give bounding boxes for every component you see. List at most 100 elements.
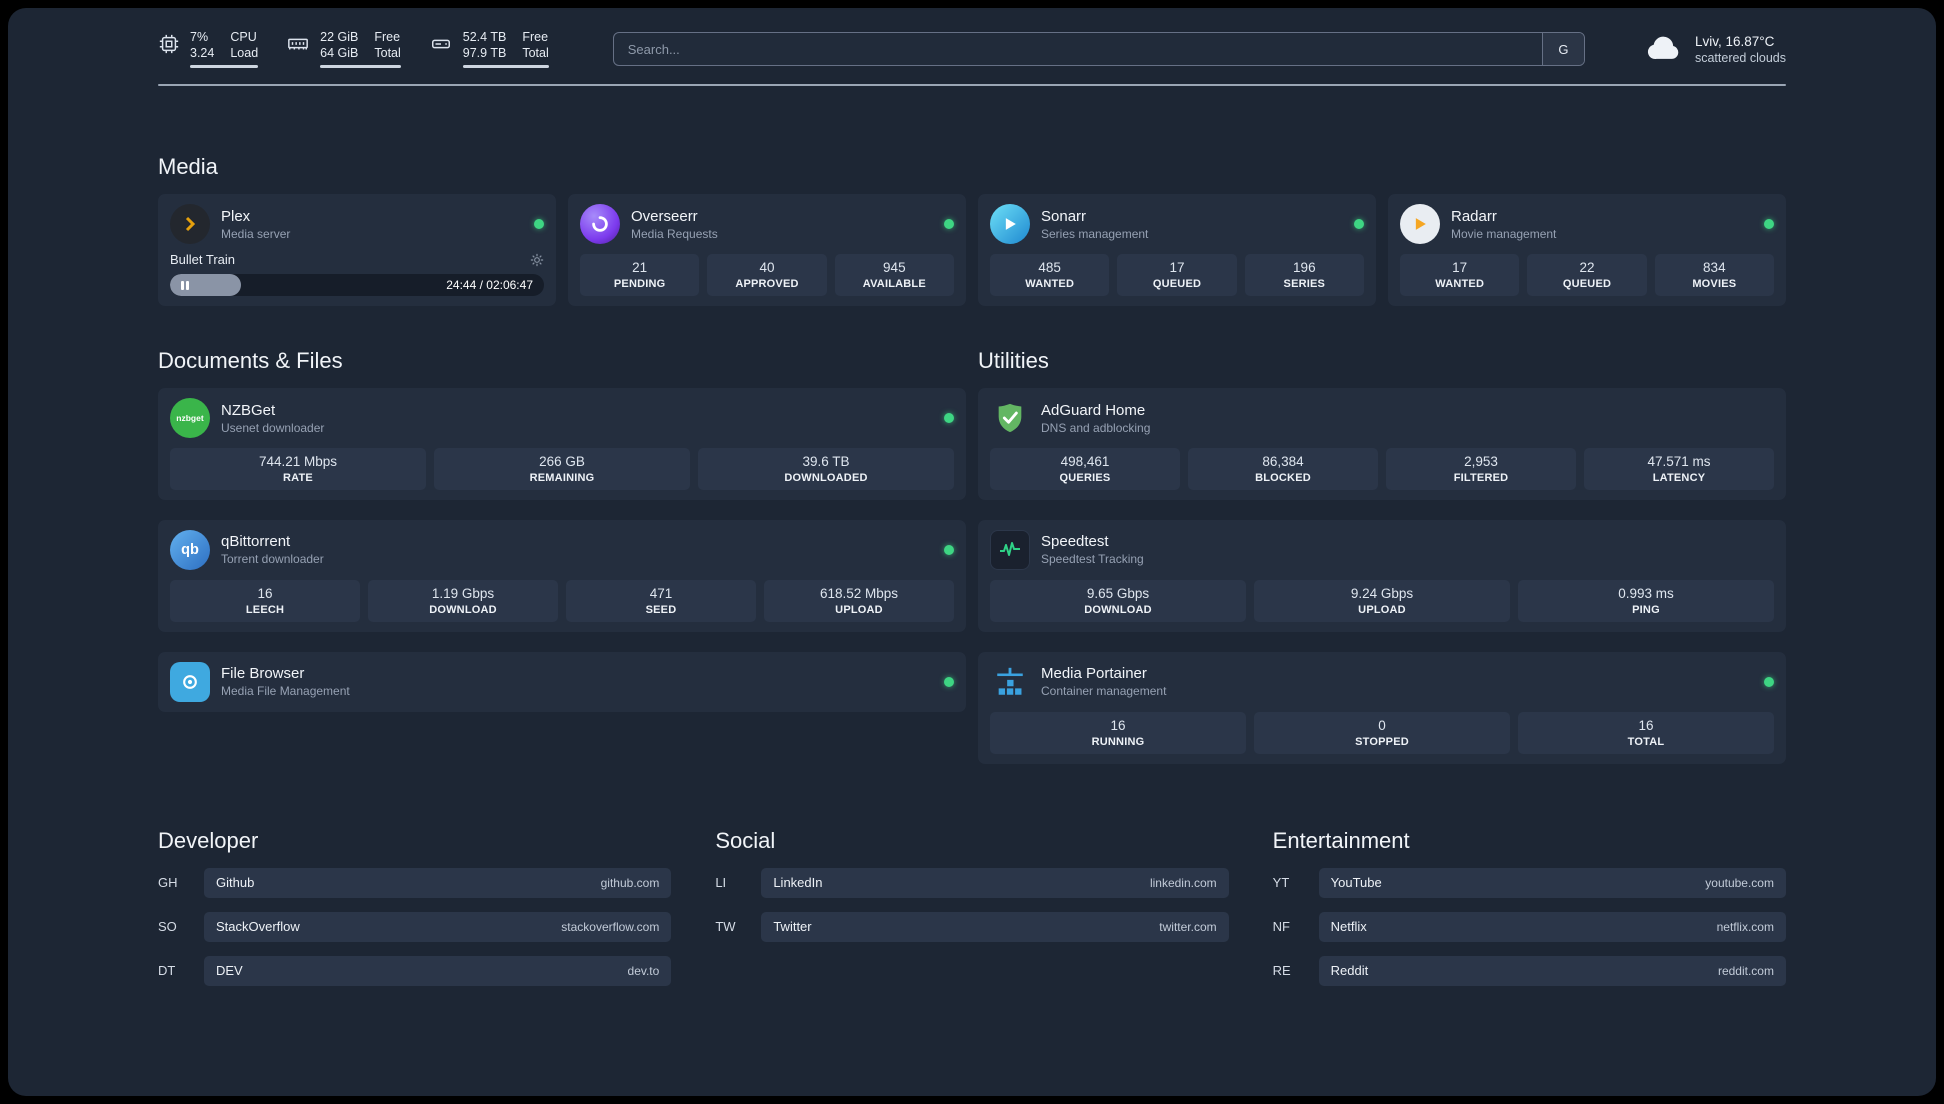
app-subtitle: Torrent downloader (221, 552, 324, 567)
utilities-section: Utilities AdGuard Home DNS and adblockin… (978, 348, 1786, 764)
stat-label: WANTED (1435, 277, 1485, 290)
bookmark-url: reddit.com (1717, 963, 1774, 978)
stat-value: 17 (1452, 260, 1468, 275)
stat-label: APPROVED (735, 277, 799, 290)
stat-label: PENDING (613, 277, 666, 290)
stat-box: 16 LEECH (170, 579, 360, 622)
overseerr-icon (580, 204, 620, 244)
stat-value: 744.21 Mbps (258, 454, 338, 469)
bookmark-link-reddit[interactable]: Reddit reddit.com (1318, 955, 1786, 986)
bookmark-abbr: TW (715, 919, 736, 935)
bookmark-link-dev[interactable]: DEV dev.to (204, 955, 672, 986)
stat-box: 485 WANTED (990, 254, 1110, 296)
bookmark-link-github[interactable]: Github github.com (204, 867, 672, 898)
disk-progress-bar (462, 65, 549, 68)
stat-value: 16 (1638, 717, 1654, 733)
sonarr-card[interactable]: Sonarr Series management 485 WANTED 17 Q… (978, 194, 1376, 306)
app-name: NZBGet (221, 401, 276, 419)
bookmark-link-stackoverflow[interactable]: StackOverflow stackoverflow.com (204, 911, 672, 942)
nzbget-icon: nzbget (170, 398, 210, 438)
ram-total: 64 GiB (320, 46, 359, 60)
stat-label: LEECH (245, 603, 285, 616)
stat-value: 618.52 Mbps (819, 585, 899, 601)
bookmark-link-youtube[interactable]: YouTube youtube.com (1318, 867, 1786, 898)
gear-icon[interactable] (530, 253, 544, 267)
bookmark-link-linkedin[interactable]: LinkedIn linkedin.com (761, 867, 1229, 898)
stat-box: 40 APPROVED (707, 254, 827, 296)
stat-label: BLOCKED (1255, 471, 1311, 484)
utilities-section-title: Utilities (978, 348, 1049, 373)
bookmark-link-twitter[interactable]: Twitter twitter.com (761, 911, 1229, 942)
weather-condition: scattered clouds (1694, 50, 1786, 65)
disk-label-top: Free (522, 30, 549, 44)
bookmark-abbr: GH (158, 875, 178, 891)
bookmark-row: DT DEV dev.to (158, 955, 672, 986)
app-subtitle: Usenet downloader (221, 420, 325, 435)
documents-section: Documents & Files nzbget NZBGet Usenet d… (158, 348, 966, 712)
bookmark-row: GH Github github.com (158, 867, 672, 898)
search-engine-button[interactable]: G (1541, 33, 1584, 65)
speedtest-card[interactable]: Speedtest Speedtest Tracking 9.65 Gbps D… (978, 519, 1786, 632)
ram-label-top: Free (374, 30, 401, 44)
bookmark-name: YouTube (1330, 875, 1382, 891)
bookmark-url: github.com (600, 875, 660, 890)
radarr-icon (1400, 204, 1440, 244)
bookmark-row: YT YouTube youtube.com (1273, 867, 1786, 898)
cpu-label-bottom: Load (230, 46, 259, 60)
stat-label: SEED (645, 603, 677, 616)
bookmark-url: youtube.com (1705, 875, 1774, 890)
stat-box: 266 GB REMAINING (434, 448, 690, 490)
entertainment-section-title: Entertainment (1272, 827, 1410, 853)
disk-free: 52.4 TB (462, 30, 507, 44)
app-subtitle: Media server (221, 226, 291, 241)
app-name: Speedtest (1041, 533, 1109, 551)
stat-label: TOTAL (1627, 735, 1665, 748)
qbittorrent-card[interactable]: qb qBittorrent Torrent downloader 16 LEE… (158, 519, 966, 632)
bookmark-link-netflix[interactable]: Netflix netflix.com (1318, 911, 1786, 942)
status-dot (944, 676, 954, 687)
stat-box: 17 WANTED (1400, 254, 1520, 296)
cpu-load-value: 3.24 (190, 46, 215, 60)
speedtest-icon (990, 529, 1030, 570)
status-dot (1764, 676, 1774, 687)
search-input[interactable] (613, 33, 1542, 65)
ram-icon (286, 33, 310, 55)
stat-value: 16 (1110, 717, 1126, 733)
stat-label: UPLOAD (1358, 603, 1406, 616)
app-subtitle: Container management (1041, 684, 1167, 699)
stat-box: 21 PENDING (580, 254, 700, 296)
stat-box: 39.6 TB DOWNLOADED (698, 448, 954, 490)
stat-box: 0 STOPPED (1254, 711, 1510, 754)
bookmark-name: LinkedIn (773, 875, 823, 891)
bookmark-abbr: NF (1272, 919, 1290, 935)
dashboard-panel: 7% 3.24 CPU Load 22 GiB 64 GiB Free Tota… (8, 8, 1936, 1096)
stat-value: 21 (632, 260, 648, 275)
portainer-card[interactable]: Media Portainer Container management 16 … (978, 651, 1786, 764)
filebrowser-card[interactable]: File Browser Media File Management (158, 651, 966, 712)
stat-value: 39.6 TB (802, 454, 850, 469)
media-section: Media Plex Media server Bullet Train 24:… (158, 154, 1786, 306)
app-name: Sonarr (1041, 207, 1087, 225)
adguard-card[interactable]: AdGuard Home DNS and adblocking 498,461 … (978, 388, 1786, 500)
stat-label: QUEUED (1152, 277, 1202, 290)
bookmark-row: RE Reddit reddit.com (1273, 955, 1786, 986)
cpu-progress-bar (190, 65, 259, 68)
resource-widgets: 7% 3.24 CPU Load 22 GiB 64 GiB Free Tota… (158, 30, 549, 68)
player-progress-bar[interactable]: 24:44 / 02:06:47 (170, 274, 544, 296)
plex-card[interactable]: Plex Media server Bullet Train 24:44 / 0… (158, 194, 556, 306)
ram-labels: Free Total (374, 30, 400, 61)
stat-label: RUNNING (1091, 735, 1145, 748)
sonarr-icon (990, 204, 1030, 244)
app-subtitle: Media File Management (221, 684, 350, 699)
plex-icon (170, 204, 210, 244)
app-subtitle: Media Requests (631, 226, 718, 241)
disk-widget: 52.4 TB 97.9 TB Free Total (429, 30, 549, 68)
nzbget-card[interactable]: nzbget NZBGet Usenet downloader 744.21 M… (158, 388, 966, 500)
stat-label: SERIES (1283, 277, 1326, 290)
radarr-card[interactable]: Radarr Movie management 17 WANTED 22 QUE… (1388, 194, 1786, 306)
topbar: 7% 3.24 CPU Load 22 GiB 64 GiB Free Tota… (158, 8, 1786, 84)
overseerr-card[interactable]: Overseerr Media Requests 21 PENDING 40 A… (568, 194, 966, 306)
pause-icon[interactable] (181, 280, 189, 290)
app-subtitle: DNS and adblocking (1041, 420, 1151, 435)
bookmark-row: NF Netflix netflix.com (1272, 911, 1786, 942)
